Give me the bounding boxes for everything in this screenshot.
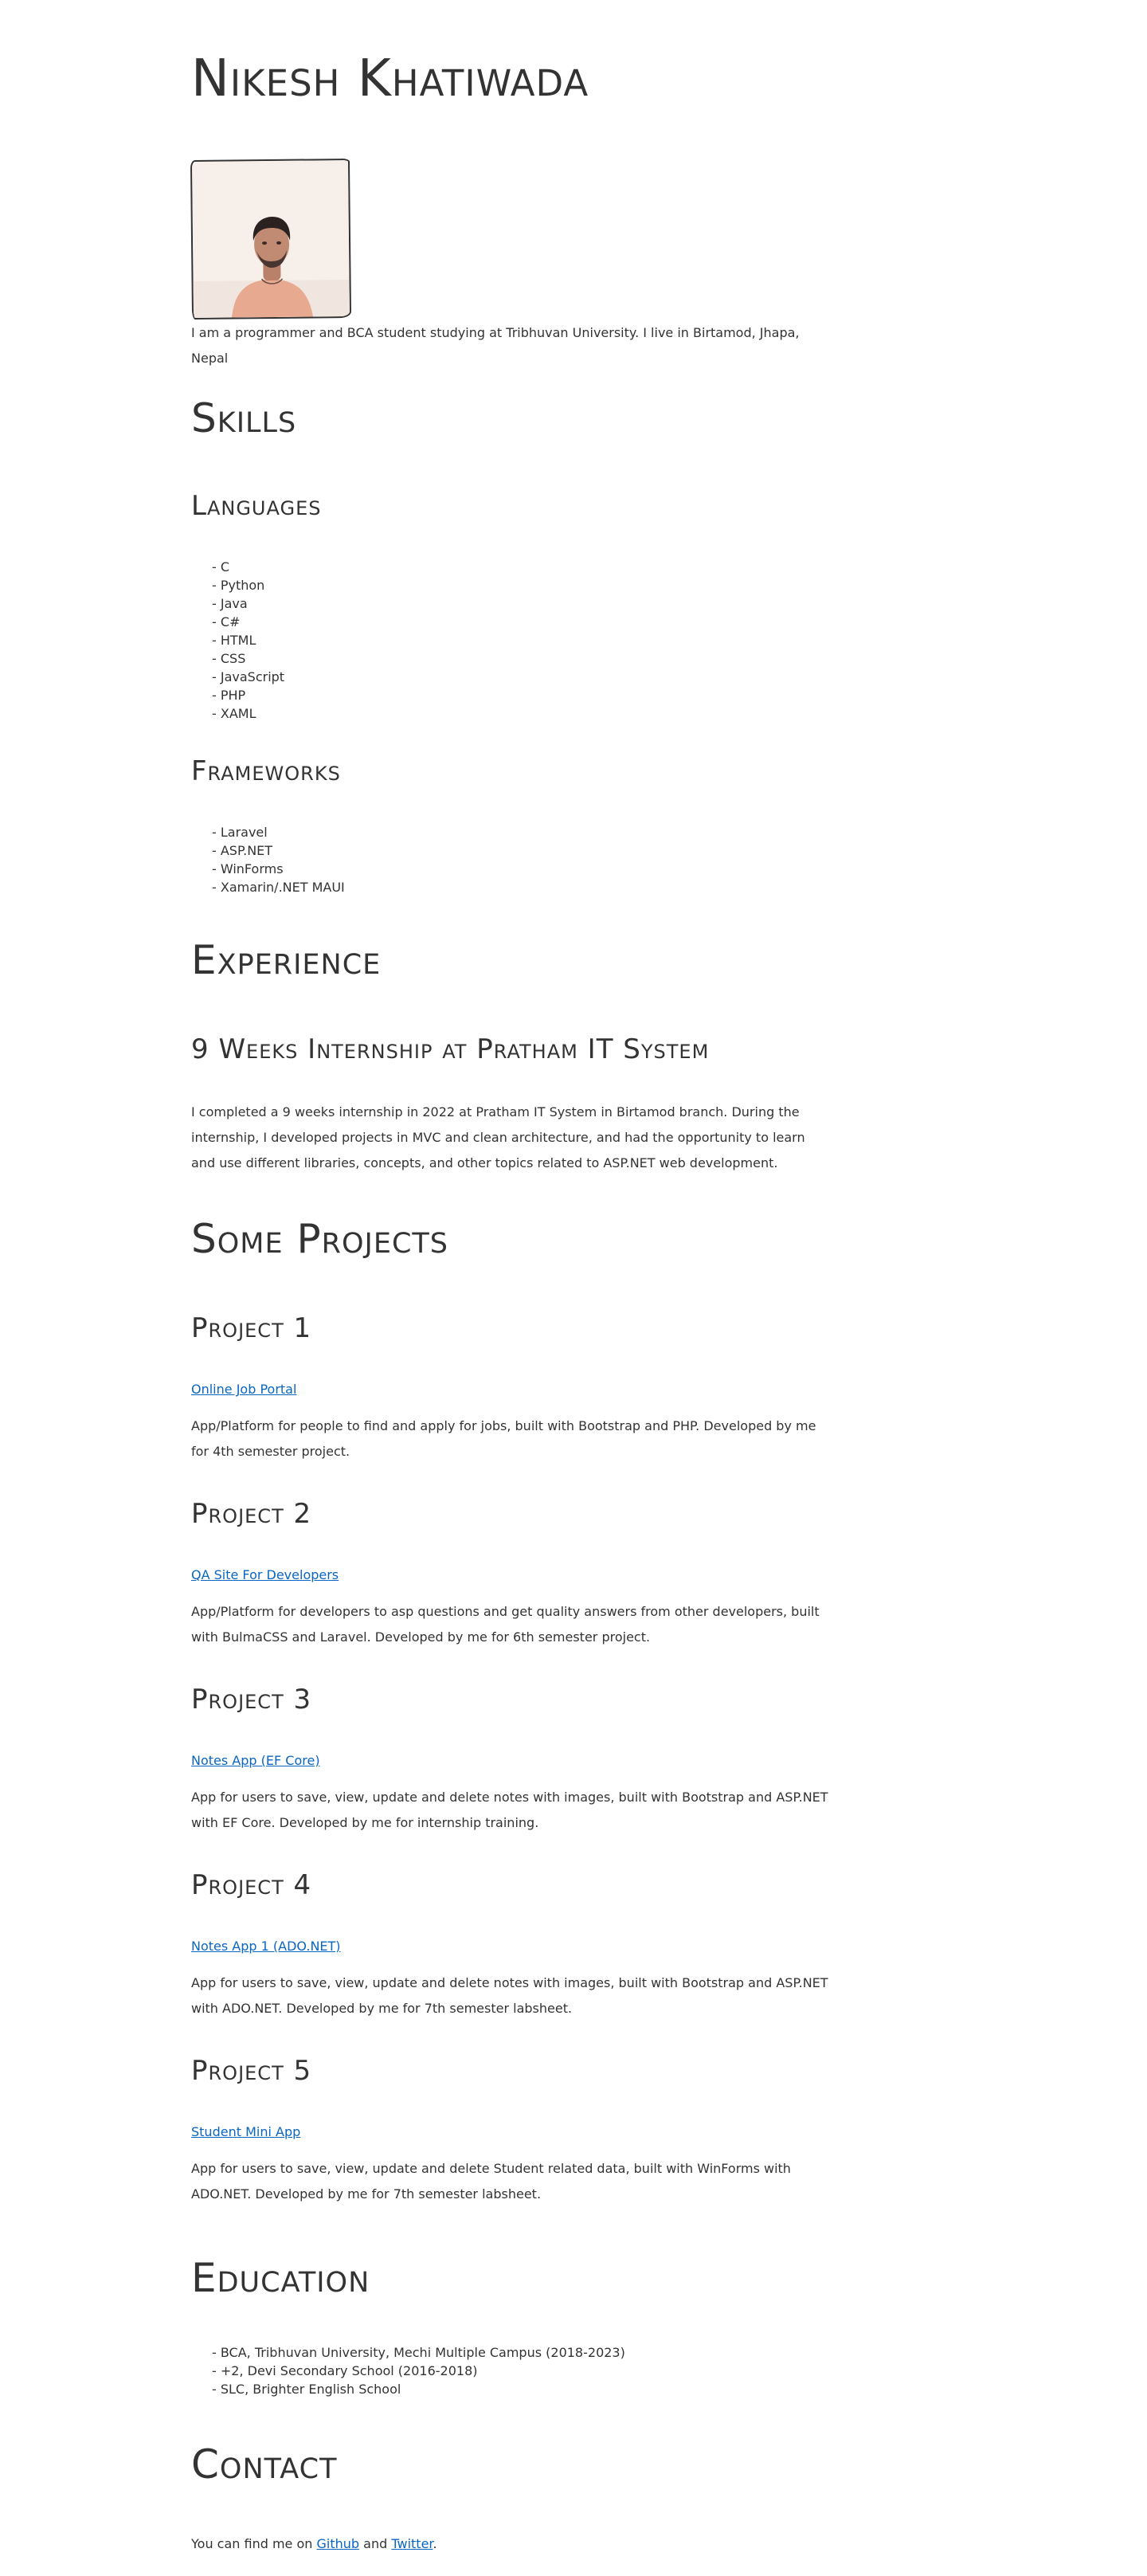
experience-job-title: 9 Weeks Internship at Pratham IT System (191, 1033, 710, 1065)
list-item: SLC, Brighter English School (212, 2380, 625, 2398)
list-item: CSS (212, 649, 284, 668)
intro-text: I am a programmer and BCA student studyi… (191, 325, 800, 366)
contact-and: and (363, 2536, 388, 2551)
experience-description: I completed a 9 weeks internship in 2022… (191, 1104, 805, 1170)
project-5-heading: Project 5 (191, 2055, 312, 2087)
project-4-description: App for users to save, view, update and … (191, 1975, 828, 2016)
education-list: BCA, Tribhuvan University, Mechi Multipl… (212, 2343, 625, 2398)
project-4-heading: Project 4 (191, 1869, 312, 1901)
list-item: HTML (212, 631, 284, 649)
list-item: WinForms (212, 860, 345, 878)
avatar (190, 158, 352, 320)
project-1-heading: Project 1 (191, 1312, 312, 1344)
project-1-link[interactable]: Online Job Portal (191, 1377, 296, 1402)
project-5-description: App for users to save, view, update and … (191, 2161, 791, 2202)
list-item: PHP (212, 686, 284, 704)
project-1-description: App/Platform for people to find and appl… (191, 1418, 816, 1459)
project-3-description: App for users to save, view, update and … (191, 1790, 828, 1830)
page-title: Nikesh Khatiwada (191, 49, 589, 108)
project-2-description: App/Platform for developers to asp quest… (191, 1604, 820, 1645)
contact-text: You can find me on Github and Twitter. (191, 2531, 437, 2557)
list-item: JavaScript (212, 668, 284, 686)
list-item: Java (212, 594, 284, 613)
list-item: ASP.NET (212, 841, 345, 860)
avatar-photo (191, 159, 350, 319)
languages-heading: Languages (191, 490, 322, 522)
skills-heading: Skills (191, 395, 297, 441)
project-3-link[interactable]: Notes App (EF Core) (191, 1748, 320, 1774)
list-item: Xamarin/.NET MAUI (212, 878, 345, 896)
projects-heading: Some Projects (191, 1216, 448, 1262)
list-item: C# (212, 613, 284, 631)
list-item: Python (212, 576, 284, 594)
contact-prefix: You can find me on (191, 2536, 313, 2551)
list-item: C (212, 558, 284, 576)
project-2-heading: Project 2 (191, 1498, 312, 1530)
frameworks-heading: Frameworks (191, 755, 341, 787)
list-item: XAML (212, 704, 284, 723)
list-item: +2, Devi Secondary School (2016-2018) (212, 2362, 625, 2380)
project-5-link[interactable]: Student Mini App (191, 2119, 300, 2145)
project-2-link[interactable]: QA Site For Developers (191, 1562, 339, 1588)
twitter-link[interactable]: Twitter (391, 2536, 433, 2551)
contact-suffix: . (433, 2536, 437, 2551)
contact-heading: Contact (191, 2441, 338, 2488)
github-link[interactable]: Github (317, 2536, 360, 2551)
languages-list: C Python Java C# HTML CSS JavaScript PHP… (212, 558, 284, 723)
project-4-link[interactable]: Notes App 1 (ADO.NET) (191, 1934, 341, 1959)
project-3-heading: Project 3 (191, 1684, 312, 1715)
education-heading: Education (191, 2255, 370, 2301)
frameworks-list: Laravel ASP.NET WinForms Xamarin/.NET MA… (212, 823, 345, 896)
experience-heading: Experience (191, 937, 382, 983)
list-item: Laravel (212, 823, 345, 841)
list-item: BCA, Tribhuvan University, Mechi Multipl… (212, 2343, 625, 2362)
